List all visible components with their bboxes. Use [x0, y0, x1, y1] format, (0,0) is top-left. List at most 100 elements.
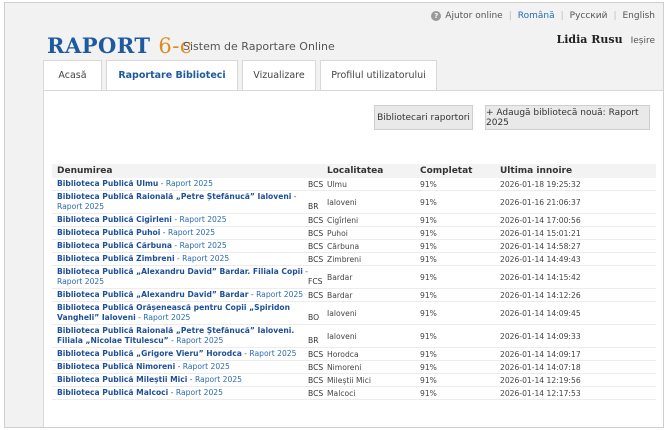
header-last-update[interactable]: Ultima innoire: [500, 166, 640, 176]
locality: Ialoveni: [327, 197, 357, 207]
report-link[interactable]: Raport 2025: [180, 241, 227, 250]
report-link[interactable]: Raport 2025: [195, 375, 242, 384]
library-name[interactable]: Biblioteca Publică Puhoi: [57, 228, 160, 237]
library-link[interactable]: Biblioteca Publică Malcoci - Raport 2025: [52, 388, 308, 398]
report-link[interactable]: Raport 2025: [57, 277, 104, 286]
last-update: 2026-01-16 21:06:37: [500, 197, 581, 207]
last-update: 2026-01-18 19:25:32: [500, 179, 581, 189]
library-type: BCS: [308, 388, 324, 398]
lang-russian-link[interactable]: Русский: [570, 11, 608, 21]
library-link[interactable]: Biblioteca Publică Orășenească pentru Co…: [52, 303, 308, 323]
tab-user-profile[interactable]: Profilul utilizatorului: [320, 60, 437, 90]
report-link[interactable]: Raport 2025: [176, 388, 223, 397]
separator: |: [613, 11, 617, 21]
lang-english-link[interactable]: English: [623, 11, 656, 21]
header-locality[interactable]: Localitatea: [322, 166, 416, 176]
library-name[interactable]: Biblioteca Publică Cigîrleni: [57, 215, 172, 224]
last-update: 2026-01-14 17:00:56: [500, 215, 581, 225]
locality: Zimbreni: [327, 254, 362, 264]
library-type: BCS: [308, 290, 324, 300]
library-type: BR: [308, 336, 319, 345]
logout-link[interactable]: Ieșire: [631, 36, 655, 46]
tab-visualization[interactable]: Vizualizare: [242, 60, 316, 90]
library-name[interactable]: Biblioteca Publică Cărbuna: [57, 241, 172, 250]
last-update: 2026-01-14 14:15:42: [500, 272, 581, 282]
last-update: 2026-01-14 14:07:18: [500, 362, 581, 372]
completion: 91%: [420, 349, 437, 359]
library-link[interactable]: Biblioteca Publică Raională „Petre Ștefă…: [52, 326, 308, 346]
last-update: 2026-01-14 14:09:17: [500, 349, 581, 359]
library-link[interactable]: Biblioteca Publică „Alexandru David” Bar…: [52, 267, 308, 287]
locality: Nimoreni: [327, 362, 362, 372]
locality: Ulmu: [327, 179, 347, 189]
library-type: BCS: [308, 179, 324, 189]
tab-library-reporting[interactable]: Raportare Biblioteci: [106, 60, 238, 90]
report-link[interactable]: Raport 2025: [57, 202, 104, 211]
library-type: BR: [308, 202, 319, 211]
report-link[interactable]: Raport 2025: [249, 349, 296, 358]
library-link[interactable]: Biblioteca Publică Cigîrleni - Raport 20…: [52, 215, 308, 225]
locality: Horodca: [327, 349, 359, 359]
library-link[interactable]: Biblioteca Publică Nimoreni - Raport 202…: [52, 362, 308, 372]
libraries-table: Denumirea Localitatea Completat Ultima i…: [52, 164, 656, 400]
logo[interactable]: RAPORT 6-c: [47, 33, 192, 58]
report-link[interactable]: Raport 2025: [256, 290, 303, 299]
table-row: Biblioteca Publică Orășenească pentru Co…: [52, 302, 656, 325]
report-link[interactable]: Raport 2025: [182, 254, 229, 263]
report-link[interactable]: Raport 2025: [168, 228, 215, 237]
logo-main: RAPORT: [47, 33, 151, 58]
lang-romanian-link[interactable]: Română: [518, 11, 555, 21]
locality: Bardar: [327, 272, 353, 282]
help-link[interactable]: Ajutor online: [445, 11, 502, 21]
report-link[interactable]: Raport 2025: [166, 179, 213, 188]
library-link[interactable]: Biblioteca Publică Raională „Petre Ștefă…: [52, 192, 308, 212]
help-icon[interactable]: ?: [431, 11, 442, 21]
library-link[interactable]: Biblioteca Publică Zimbreni - Raport 202…: [52, 254, 308, 264]
library-link[interactable]: Biblioteca Publică Mileștii Mici - Rapor…: [52, 375, 308, 385]
completion: 91%: [420, 362, 437, 372]
completion: 91%: [420, 388, 437, 398]
table-row: Biblioteca Publică Cărbuna - Raport 2025…: [52, 240, 656, 253]
library-link[interactable]: Biblioteca Publică Ulmu - Raport 2025: [52, 179, 308, 189]
library-name[interactable]: Biblioteca Publică Nimoreni: [57, 362, 175, 371]
table-row: Biblioteca Publică „Grigore Vieru” Horod…: [52, 348, 656, 361]
library-name[interactable]: Biblioteca Publică „Alexandru David” Bar…: [57, 290, 248, 299]
library-link[interactable]: Biblioteca Publică Puhoi - Raport 2025: [52, 228, 308, 238]
completion: 91%: [420, 308, 437, 318]
library-name[interactable]: Biblioteca Publică Malcoci: [57, 388, 168, 397]
library-link[interactable]: Biblioteca Publică „Alexandru David” Bar…: [52, 290, 308, 300]
library-name[interactable]: Biblioteca Publică „Alexandru David” Bar…: [57, 267, 303, 276]
locality: Cărbuna: [327, 241, 360, 251]
table-row: Biblioteca Publică Cigîrleni - Raport 20…: [52, 214, 656, 227]
library-type: BCS: [308, 349, 324, 359]
library-link[interactable]: Biblioteca Publică Cărbuna - Raport 2025: [52, 241, 308, 251]
table-row: Biblioteca Publică Malcoci - Raport 2025…: [52, 387, 656, 400]
library-name[interactable]: Biblioteca Publică Zimbreni: [57, 254, 175, 263]
user-name[interactable]: Lidia Rusu: [557, 33, 623, 46]
header-completed[interactable]: Completat: [416, 166, 500, 176]
library-name[interactable]: Biblioteca Publică „Grigore Vieru” Horod…: [57, 349, 242, 358]
report-link[interactable]: Raport 2025: [176, 336, 223, 345]
completion: 91%: [420, 241, 437, 251]
library-name[interactable]: Biblioteca Publică Raională „Petre Ștefă…: [57, 192, 291, 201]
report-link[interactable]: Raport 2025: [183, 362, 230, 371]
library-name[interactable]: Biblioteca Publică Mileștii Mici: [57, 375, 187, 384]
library-link[interactable]: Biblioteca Publică „Grigore Vieru” Horod…: [52, 349, 308, 359]
library-type: BCS: [308, 215, 324, 225]
librarians-button[interactable]: Bibliotecari raportori: [374, 105, 473, 130]
locality: Mileștii Mici: [327, 375, 371, 385]
library-type: BCS: [308, 241, 324, 251]
table-row: Biblioteca Publică Zimbreni - Raport 202…: [52, 253, 656, 266]
library-type: BCS: [308, 228, 324, 238]
library-type: BCS: [308, 375, 324, 385]
locality: Cigîrleni: [327, 215, 359, 225]
header-name[interactable]: Denumirea: [52, 166, 308, 176]
tab-home[interactable]: Acasă: [43, 60, 102, 90]
locality: Ialoveni: [327, 308, 357, 318]
report-link[interactable]: Raport 2025: [143, 313, 190, 322]
table-row: Biblioteca Publică Raională „Petre Ștefă…: [52, 325, 656, 348]
report-link[interactable]: Raport 2025: [179, 215, 226, 224]
completion: 91%: [420, 375, 437, 385]
library-name[interactable]: Biblioteca Publică Ulmu: [57, 179, 158, 188]
add-library-button[interactable]: + Adaugă bibliotecă nouă: Raport 2025: [485, 105, 650, 130]
